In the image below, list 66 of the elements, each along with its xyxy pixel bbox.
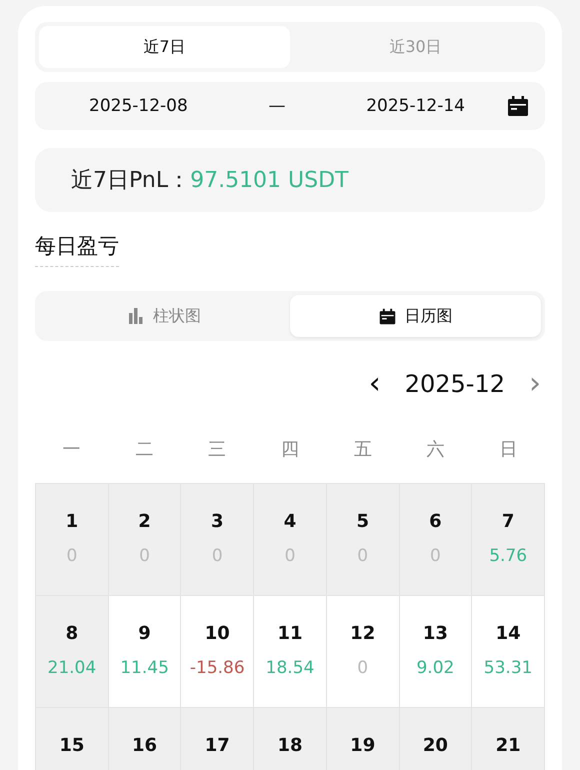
calendar-icon[interactable] <box>507 95 529 117</box>
day-pnl-value: 0 <box>357 658 368 678</box>
day-number: 11 <box>277 623 303 644</box>
date-range-field[interactable]: 2025-12-08 — 2025-12-14 <box>35 82 545 130</box>
month-label: 2025-12 <box>404 370 505 398</box>
next-month-button[interactable]: › <box>525 369 545 399</box>
day-pnl-value: 53.31 <box>484 658 532 678</box>
calendar-day-cell[interactable]: 8 21.04 <box>36 596 109 708</box>
calendar-day-cell[interactable]: 15 <box>36 708 109 770</box>
day-number: 17 <box>204 735 230 756</box>
weekday-label: 五 <box>352 438 373 461</box>
period-tab[interactable]: 近7日 <box>39 26 290 68</box>
bar-chart-icon <box>128 308 144 324</box>
calendar-icon <box>378 308 396 324</box>
day-number: 16 <box>132 735 158 756</box>
calendar-day-cell[interactable]: 13 9.02 <box>400 596 472 708</box>
day-pnl-value: 5.76 <box>489 546 528 566</box>
day-pnl-value: 18.54 <box>266 658 314 678</box>
pnl-label: 近7日PnL： <box>71 167 190 195</box>
day-number: 12 <box>350 623 376 644</box>
day-number: 1 <box>66 511 78 532</box>
day-number: 13 <box>422 623 448 644</box>
day-number: 2 <box>138 511 151 532</box>
pnl-value: 97.5101 USDT <box>190 168 348 192</box>
day-number: 19 <box>350 735 376 756</box>
weekday-label: 六 <box>426 438 446 461</box>
day-number: 5 <box>356 511 369 532</box>
calendar-day-cell[interactable]: 11 18.54 <box>254 596 327 708</box>
day-number: 8 <box>66 623 78 644</box>
calendar-day-cell[interactable]: 16 <box>108 708 182 770</box>
day-number: 14 <box>496 623 521 644</box>
calendar-day-cell[interactable]: 12 0 <box>326 596 400 708</box>
weekday-label: 一 <box>61 438 82 461</box>
start-date: 2025-12-08 <box>89 96 188 116</box>
calendar-day-cell[interactable]: 7 5.76 <box>472 484 545 596</box>
day-number: 18 <box>277 735 303 756</box>
view-tab[interactable]: 日历图 <box>290 295 541 337</box>
day-number: 4 <box>284 511 296 532</box>
calendar-day-cell[interactable]: 21 <box>472 708 545 770</box>
calendar-day-cell[interactable]: 14 53.31 <box>472 596 545 708</box>
calendar-day-cell[interactable]: 17 <box>181 708 254 770</box>
day-number: 6 <box>429 511 442 532</box>
weekday-label: 日 <box>498 438 519 461</box>
day-number: 7 <box>502 511 514 532</box>
calendar-day-cell[interactable]: 10 -15.86 <box>181 596 254 708</box>
day-number: 20 <box>422 735 448 756</box>
weekday-label: 三 <box>207 438 228 461</box>
day-number: 15 <box>59 735 84 756</box>
day-pnl-value: 11.45 <box>120 658 169 678</box>
end-date: 2025-12-14 <box>366 96 465 116</box>
previous-month-button[interactable]: ‹ <box>364 369 385 399</box>
day-number: 9 <box>138 623 151 644</box>
day-pnl-value: -15.86 <box>190 658 245 678</box>
calendar-day-cell[interactable]: 9 11.45 <box>108 596 182 708</box>
weekday-label: 四 <box>280 438 300 461</box>
day-pnl-value: 21.04 <box>48 658 96 678</box>
day-pnl-value: 9.02 <box>416 658 454 678</box>
day-number: 21 <box>496 735 521 756</box>
section-title: 每日盈亏 <box>35 232 119 267</box>
calendar-day-cell[interactable]: 19 <box>326 708 400 770</box>
calendar-day-cell[interactable]: 18 <box>254 708 327 770</box>
date-separator: — <box>268 96 286 116</box>
day-number: 3 <box>211 511 224 532</box>
calendar-day-cell[interactable]: 20 <box>400 708 472 770</box>
day-number: 10 <box>204 623 230 644</box>
weekday-label: 二 <box>134 438 154 461</box>
